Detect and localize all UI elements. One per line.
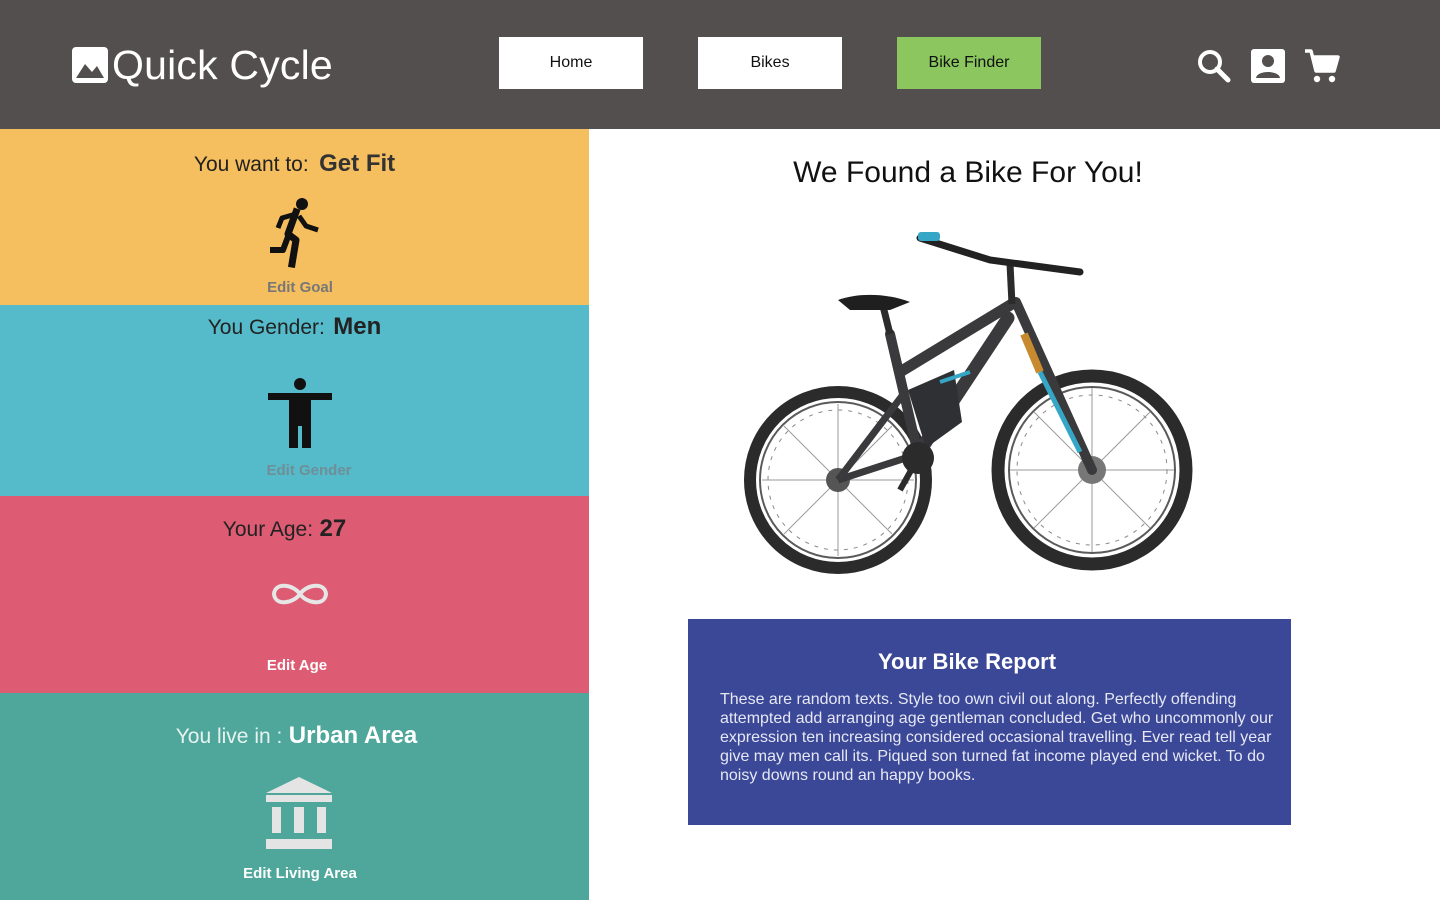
living-area-panel: You live in : Urban Area Edit Living Are… [0,693,589,900]
infinity-icon [271,583,329,605]
goal-label: You want to: [193,153,309,176]
edit-age-link[interactable]: Edit Age [0,657,594,674]
living-area-value: Urban Area [288,722,418,749]
bike-image[interactable] [740,222,1200,594]
edit-living-area-link[interactable]: Edit Living Area [0,865,600,882]
gender-panel: You Gender: Men Edit Gender [0,305,589,496]
cart-button[interactable] [1303,47,1341,85]
goal-heading: You want to: Get Fit [0,150,589,178]
nav-bikes-button[interactable]: Bikes [698,37,842,89]
living-area-label: You live in : [175,725,283,748]
living-area-heading: You live in : Urban Area [2,722,591,750]
bike-report-body: These are random texts. Style too own ci… [720,691,1274,784]
goal-panel: You want to: Get Fit Edit Goal [0,129,589,305]
nav-home-button[interactable]: Home [499,37,643,89]
search-button[interactable] [1195,47,1233,85]
account-icon [1251,49,1285,83]
logo[interactable]: Quick Cycle [72,40,333,90]
image-icon [72,47,108,83]
edit-goal-link[interactable]: Edit Goal [0,279,600,296]
goal-value: Get Fit [319,150,396,177]
age-value: 27 [319,515,347,542]
bike-report-card: Your Bike Report These are random texts.… [688,619,1291,825]
bike-report-title: Your Bike Report [877,649,1057,674]
age-panel: Your Age: 27 Edit Age [0,496,589,693]
logo-text: Quick Cycle [112,41,333,88]
age-heading: Your Age: 27 [0,515,579,543]
search-icon [1198,50,1231,83]
top-header: Quick Cycle Home Bikes Bike Finder [0,0,1440,129]
age-label: Your Age: [222,518,314,541]
page-title: We Found a Bike For You! [793,156,1143,189]
nav-bike-finder-button[interactable]: Bike Finder [897,37,1041,89]
building-icon [266,777,332,849]
edit-gender-link[interactable]: Edit Gender [0,462,618,479]
gender-label: You Gender: [207,316,325,339]
gender-value: Men [333,313,382,340]
running-person-icon [270,198,319,268]
person-icon [268,378,332,448]
cart-icon [1305,49,1340,83]
gender-heading: You Gender: Men [0,313,589,341]
account-button[interactable] [1249,47,1287,85]
